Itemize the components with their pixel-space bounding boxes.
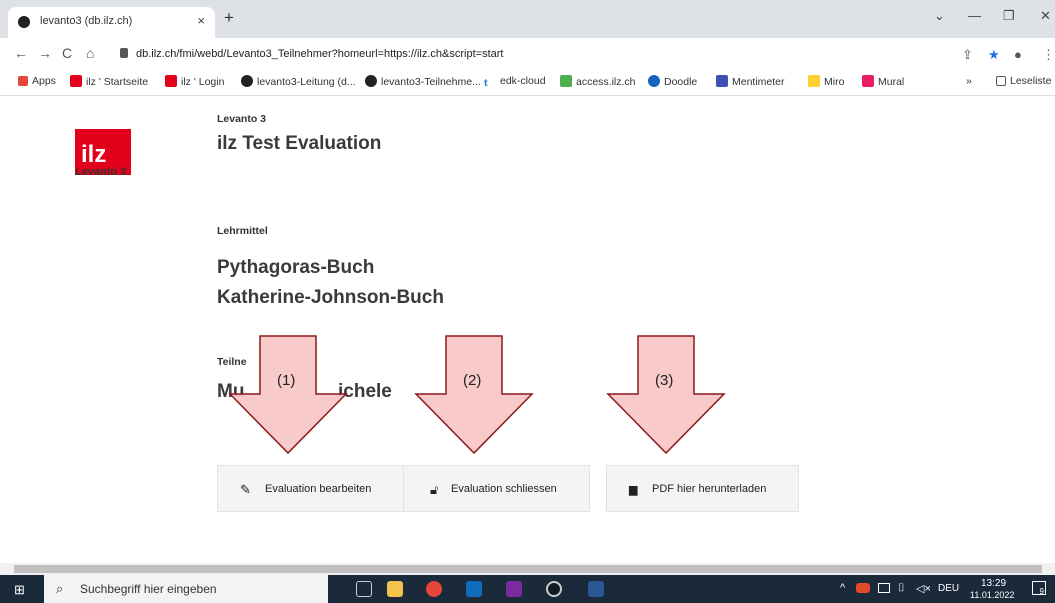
browser-tab[interactable]: levanto3 (db.ilz.ch) × bbox=[8, 7, 215, 38]
access-icon bbox=[560, 75, 572, 87]
language-indicator[interactable]: DEU bbox=[938, 583, 959, 594]
annotation-arrow-2 bbox=[414, 335, 534, 455]
taskbar-search-placeholder: Suchbegriff hier eingeben bbox=[80, 582, 217, 596]
notification-icon[interactable]: 9 bbox=[1032, 581, 1046, 596]
download-pdf-button[interactable]: ▆ PDF hier herunterladen bbox=[606, 465, 799, 512]
tray-chevron-icon[interactable]: ^ bbox=[840, 582, 845, 594]
home-icon[interactable]: ⌂ bbox=[86, 45, 94, 61]
bookmark-star-icon[interactable]: ★ bbox=[988, 47, 1000, 63]
reading-list[interactable]: Leseliste bbox=[996, 75, 1051, 87]
outlook-icon[interactable] bbox=[466, 581, 482, 597]
back-icon[interactable]: ← bbox=[14, 45, 28, 61]
new-tab-button[interactable]: + bbox=[224, 8, 234, 28]
annotation-arrow-1 bbox=[228, 335, 348, 455]
edk-cloud-icon: t bbox=[484, 77, 488, 89]
tab-search-icon[interactable]: ⌄ bbox=[934, 8, 945, 24]
task-view-icon[interactable] bbox=[356, 581, 372, 597]
levanto-icon bbox=[241, 75, 253, 87]
annotation-label-3: (3) bbox=[655, 372, 674, 389]
tab-bar: levanto3 (db.ilz.ch) × + ⌄ — ❐ ✕ bbox=[0, 0, 1055, 38]
maximize-icon[interactable]: ❐ bbox=[1003, 8, 1015, 24]
windows-taskbar: ⊞ ⌕ Suchbegriff hier eingeben ^ ⌷ ◁× DEU… bbox=[0, 575, 1055, 603]
bookmarks-bar: Apps ilz ' Startseite ilz ' Login levant… bbox=[0, 70, 1055, 96]
network-icon[interactable]: ⌷ bbox=[898, 582, 905, 595]
taskbar-search-input[interactable]: ⌕ Suchbegriff hier eingeben bbox=[44, 575, 328, 603]
edit-evaluation-button[interactable]: ✎ Evaluation bearbeiten bbox=[217, 465, 404, 512]
clock-time[interactable]: 13:29 bbox=[981, 578, 1006, 589]
battery-icon[interactable] bbox=[878, 583, 890, 593]
bookmark-levanto3-leitung[interactable]: levanto3-Leitung (d... bbox=[241, 75, 356, 88]
reload-icon[interactable]: C bbox=[62, 45, 72, 61]
onenote-icon[interactable] bbox=[506, 581, 522, 597]
unlock-icon: 🔓︎ bbox=[430, 482, 439, 497]
tab-title: levanto3 (db.ilz.ch) bbox=[40, 15, 133, 27]
minimize-icon[interactable]: — bbox=[968, 8, 981, 23]
more-bookmarks-icon[interactable]: » bbox=[966, 75, 972, 87]
bookmark-miro[interactable]: Miro bbox=[808, 75, 844, 88]
close-tab-icon[interactable]: × bbox=[197, 13, 205, 28]
reading-list-icon bbox=[996, 76, 1006, 86]
mentimeter-icon bbox=[716, 75, 728, 87]
site-favicon-icon bbox=[18, 16, 30, 28]
mural-icon bbox=[862, 75, 874, 87]
chrome-icon[interactable] bbox=[426, 581, 442, 597]
close-evaluation-label: Evaluation schliessen bbox=[451, 483, 557, 495]
forward-icon[interactable]: → bbox=[38, 45, 52, 61]
tray-app-icon[interactable] bbox=[856, 583, 870, 593]
horizontal-scrollbar[interactable] bbox=[0, 563, 1055, 575]
bookmark-doodle[interactable]: Doodle bbox=[648, 75, 697, 88]
edit-evaluation-label: Evaluation bearbeiten bbox=[265, 483, 372, 495]
address-bar: ← → C ⌂ db.ilz.ch/fmi/webd/Levanto3_Teil… bbox=[0, 38, 1055, 70]
scrollbar-thumb[interactable] bbox=[14, 565, 1042, 573]
menu-icon[interactable]: ⋮ bbox=[1042, 47, 1055, 63]
ilz-icon bbox=[165, 75, 177, 87]
close-evaluation-button[interactable]: 🔓︎ Evaluation schliessen bbox=[403, 465, 590, 512]
bookmark-access-ilz[interactable]: access.ilz.ch bbox=[560, 75, 636, 88]
download-pdf-label: PDF hier herunterladen bbox=[652, 483, 767, 495]
bookmark-mentimeter[interactable]: Mentimeter bbox=[716, 75, 785, 88]
word-icon[interactable] bbox=[588, 581, 604, 597]
bookmark-ilz-login[interactable]: ilz ' Login bbox=[165, 75, 224, 88]
lock-icon bbox=[120, 48, 128, 58]
file-explorer-icon[interactable] bbox=[387, 581, 403, 597]
doodle-icon bbox=[648, 75, 660, 87]
levanto-icon bbox=[365, 75, 377, 87]
miro-icon bbox=[808, 75, 820, 87]
bookmark-edk-cloud[interactable]: t edk-cloud bbox=[484, 75, 546, 89]
windows-start-icon[interactable]: ⊞ bbox=[14, 582, 25, 598]
apps-grid-icon bbox=[18, 76, 28, 86]
profile-icon[interactable]: ● bbox=[1014, 47, 1022, 62]
url-text[interactable]: db.ilz.ch/fmi/webd/Levanto3_Teilnehmer?h… bbox=[136, 48, 503, 60]
bookmark-mural[interactable]: Mural bbox=[862, 75, 904, 88]
page-content: ilz Levanto 3 Levanto 3 ilz Test Evaluat… bbox=[0, 96, 1055, 563]
levanto-app-icon[interactable] bbox=[546, 581, 562, 597]
clock-date[interactable]: 11.01.2022 bbox=[970, 590, 1014, 600]
close-window-icon[interactable]: ✕ bbox=[1040, 8, 1051, 24]
bookmark-apps[interactable]: Apps bbox=[18, 75, 56, 87]
annotation-label-2: (2) bbox=[463, 372, 482, 389]
annotation-arrow-3 bbox=[606, 335, 726, 455]
search-icon: ⌕ bbox=[56, 581, 64, 596]
pencil-icon: ✎ bbox=[240, 482, 251, 497]
annotation-label-1: (1) bbox=[277, 372, 296, 389]
volume-icon[interactable]: ◁× bbox=[916, 582, 931, 595]
bookmark-ilz-startseite[interactable]: ilz ' Startseite bbox=[70, 75, 148, 88]
bookmark-levanto3-teilnehmer[interactable]: levanto3-Teilnehme... bbox=[365, 75, 481, 88]
share-icon[interactable]: ⇪ bbox=[962, 47, 973, 63]
pdf-file-icon: ▆ bbox=[629, 484, 638, 496]
ilz-icon bbox=[70, 75, 82, 87]
